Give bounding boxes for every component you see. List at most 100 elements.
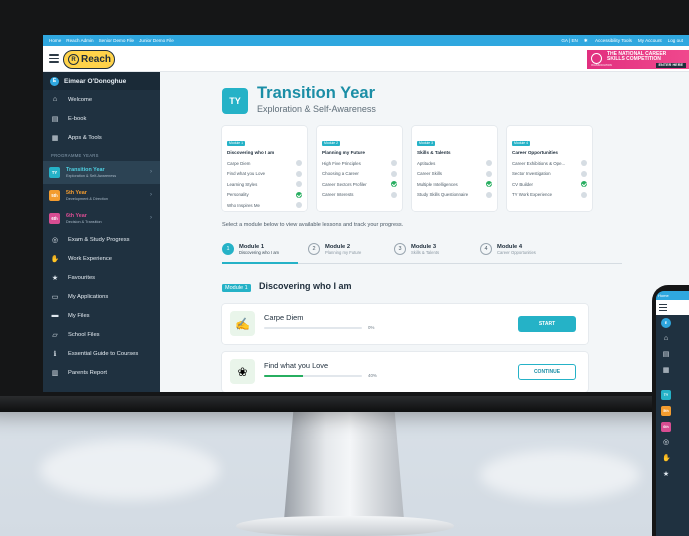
- sidebar-item[interactable]: ▬ My Files: [43, 306, 160, 325]
- phone-exam-item[interactable]: ◎: [656, 435, 689, 451]
- user-profile[interactable]: E Eimear O'Donoghue: [43, 72, 160, 90]
- competition-banner[interactable]: THE NATIONAL CAREER SKILLS COMPETITION I…: [587, 50, 689, 69]
- star-icon: ★: [51, 274, 59, 282]
- module-lesson-row[interactable]: Career Skills: [417, 169, 492, 180]
- reach-logo[interactable]: R Reach: [63, 50, 115, 69]
- module-lesson-row[interactable]: Find what you Love: [227, 169, 302, 180]
- continue-button[interactable]: CONTINUE: [518, 364, 576, 380]
- phone-top-bar[interactable]: Home: [656, 291, 689, 300]
- sidebar-item-label: School Files: [68, 331, 100, 338]
- sidebar-item[interactable]: ✋ Work Experience: [43, 249, 160, 268]
- folder-open-icon: ▱: [52, 331, 58, 339]
- module-lesson-row[interactable]: Who Inspires Me: [227, 200, 302, 211]
- phone-ebook-item[interactable]: ▤: [656, 347, 689, 363]
- module-card[interactable]: Module 4 Career Opportunities Career Exhib…: [507, 126, 592, 211]
- sidebar-year-item[interactable]: TY Transition Year Exploration & Self-Awar…: [43, 161, 160, 184]
- module-card[interactable]: Module 3 Skills & Talents Aptitudes Career …: [412, 126, 497, 211]
- tab-module-3[interactable]: 3 Module 3 Skills & Talents: [394, 235, 439, 263]
- module-lesson-row[interactable]: CV Builder: [512, 179, 587, 190]
- top-link[interactable]: Home: [49, 38, 61, 43]
- module-lesson-row[interactable]: Personality: [227, 190, 302, 201]
- top-link[interactable]: Junior Demo File: [139, 38, 174, 43]
- my-account-link[interactable]: My Account: [638, 38, 662, 43]
- sidebar-item[interactable]: ★ Favourites: [43, 268, 160, 287]
- phone-menu-icon[interactable]: [659, 304, 667, 306]
- active-step-underline: [222, 262, 298, 264]
- module-card[interactable]: Module 2 Planning my Future High Five Prin…: [317, 126, 402, 211]
- progress-status-icon: [296, 170, 302, 177]
- phone-fav-item[interactable]: ★: [656, 467, 689, 483]
- module-lesson-row[interactable]: Sector Investigation: [512, 169, 587, 180]
- year-text: Transition Year Exploration & Self-Awaren…: [66, 167, 116, 178]
- logout-link[interactable]: Log out: [668, 38, 683, 43]
- tab-module-1[interactable]: 1 Module 1 Discovering who I am: [222, 235, 298, 264]
- chevron-right-icon: ›: [150, 169, 152, 175]
- phone-user-row[interactable]: E: [656, 315, 689, 331]
- lesson-label: Study Skills Questionnaire: [417, 192, 469, 198]
- progress-status-icon: [486, 160, 492, 167]
- sidebar-item[interactable]: ◎ Exam & Study Progress: [43, 230, 160, 249]
- accessibility-label: Accessibility Tools: [594, 37, 632, 43]
- phone-year-ty[interactable]: TY: [656, 387, 689, 403]
- sidebar-item-label: Essential Guide to Courses: [68, 350, 139, 357]
- step-number: 4: [480, 243, 492, 255]
- start-button[interactable]: START: [518, 316, 576, 332]
- step-subtitle: Planning my Future: [325, 249, 362, 255]
- sidebar-item-label: Work Experience: [68, 255, 113, 262]
- module-lesson-row[interactable]: Choosing a Career: [322, 169, 397, 180]
- module-lesson-row[interactable]: TY Work Experience: [512, 190, 587, 201]
- module-lesson-row[interactable]: Multiple Intelligences: [417, 179, 492, 190]
- sidebar-item[interactable]: ▦ Apps & Tools: [43, 128, 160, 147]
- module-card[interactable]: Module 1 Discovering who I am Carpe Diem Fi…: [222, 126, 307, 211]
- sidebar-item[interactable]: ▱ School Files: [43, 325, 160, 344]
- banner-sub: IN ASSOCIATION: [591, 63, 612, 67]
- lesson-progress-percent: 0%: [368, 325, 375, 330]
- year-text: 6th Year Decision & Transition: [66, 213, 102, 224]
- logo-mark: R: [68, 54, 79, 65]
- sidebar-item[interactable]: ▭ My Applications: [43, 287, 160, 306]
- sidebar-item-label: Welcome: [68, 96, 93, 103]
- handshake-icon: ✋: [50, 255, 60, 263]
- module-lesson-row[interactable]: Learning Styles: [227, 179, 302, 190]
- module-tag: Module 2: [322, 140, 340, 146]
- module-lesson-row[interactable]: Career Exhibitions & Ope...: [512, 158, 587, 169]
- progress-status-icon: [296, 191, 302, 198]
- accessibility-tools-link[interactable]: ✱ Accessibility Tools: [584, 38, 632, 44]
- sidebar-item[interactable]: ▥ Parents Report: [43, 363, 160, 382]
- lesson-label: Carpe Diem: [227, 160, 251, 166]
- year-badge: 6th: [49, 213, 60, 224]
- sidebar-year-item[interactable]: 5th 5th Year Development & Direction ›: [43, 184, 160, 207]
- tab-module-4[interactable]: 4 Module 4 Career Opportunities: [480, 235, 536, 263]
- phone-section: [656, 379, 689, 387]
- module-lesson-row[interactable]: High Five Principles: [322, 158, 397, 169]
- phone-welcome-item[interactable]: ⌂: [656, 331, 689, 347]
- module-lesson-row[interactable]: Study Skills Questionnaire: [417, 190, 492, 201]
- banner-enter-button[interactable]: ENTER HERE: [655, 63, 686, 68]
- module-lesson-row[interactable]: Career Interests: [322, 190, 397, 201]
- phone-work-item[interactable]: ✋: [656, 451, 689, 467]
- module-lesson-row[interactable]: Carpe Diem: [227, 158, 302, 169]
- sidebar-item[interactable]: ℹ Essential Guide to Courses: [43, 344, 160, 363]
- module-lesson-row[interactable]: Career Sectors Profiler: [322, 179, 397, 190]
- sidebar-item[interactable]: ▤ E-book: [43, 109, 160, 128]
- tab-module-2[interactable]: 2 Module 2 Planning my Future: [308, 235, 361, 263]
- lesson-card: ✍ Carpe Diem 0% START: [222, 304, 588, 344]
- language-switch[interactable]: GA | EN: [561, 38, 578, 43]
- top-link[interactable]: Reach Admin: [66, 38, 93, 43]
- phone-year-5th[interactable]: 5th: [656, 403, 689, 419]
- lesson-label: Personality: [227, 192, 249, 198]
- chevron-right-icon: ›: [150, 215, 152, 221]
- module-tag: Module 4: [512, 140, 530, 146]
- phone-year-6th[interactable]: 6th: [656, 419, 689, 435]
- module-lesson-row[interactable]: Aptitudes: [417, 158, 492, 169]
- module-tag: Module 1: [227, 140, 245, 146]
- app-screen: Home Reach Admin Senior Demo File Junior De…: [43, 35, 689, 392]
- lesson-label: Career Interests: [322, 192, 354, 198]
- sidebar-item[interactable]: ⌂ Welcome: [43, 90, 160, 109]
- sidebar-year-item[interactable]: 6th 6th Year Decision & Transition ›: [43, 207, 160, 230]
- lesson-label: Find what you Love: [227, 171, 266, 177]
- year-subtitle: Exploration & Self-Awareness: [66, 174, 117, 178]
- menu-icon[interactable]: [49, 54, 59, 63]
- top-link[interactable]: Senior Demo File: [99, 38, 135, 43]
- phone-apps-item[interactable]: ▦: [656, 363, 689, 379]
